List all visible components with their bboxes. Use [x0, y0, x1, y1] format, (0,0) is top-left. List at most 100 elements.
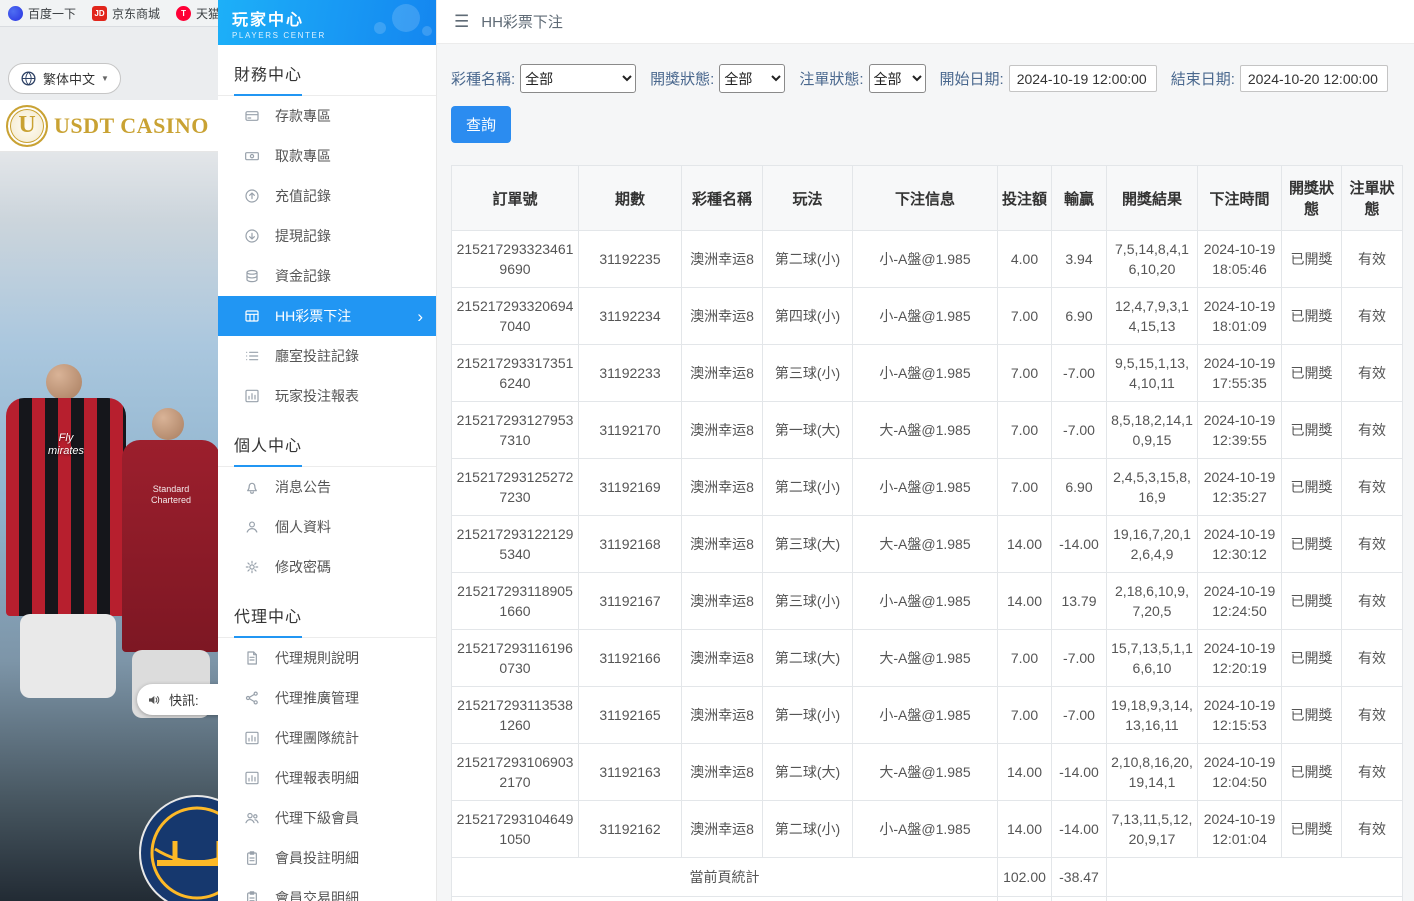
lottery-name-select[interactable]: 全部	[520, 64, 636, 93]
sidebar-item-change-password[interactable]: 修改密碼	[218, 547, 436, 587]
table-cell: 2152172931069032170	[452, 744, 579, 801]
table-cell: 有效	[1342, 402, 1403, 459]
column-header: 注單狀態	[1342, 166, 1403, 231]
cash-icon	[244, 148, 260, 164]
summary-win-total: -38.47	[1052, 858, 1107, 897]
table-cell: 澳洲幸运8	[682, 516, 763, 573]
table-cell: 已開獎	[1282, 345, 1342, 402]
table-cell: 已開獎	[1282, 402, 1342, 459]
table-cell: 14.00	[998, 801, 1052, 858]
caret-down-icon: ▼	[101, 74, 109, 83]
sidebar-item-hh-lottery-bets[interactable]: HH彩票下注›	[218, 296, 436, 336]
table-cell: 7,13,11,5,12,20,9,17	[1107, 801, 1198, 858]
brand-name: USDT CASINO	[54, 113, 209, 139]
table-cell: 第二球(小)	[763, 801, 853, 858]
column-header: 玩法	[763, 166, 853, 231]
bridge-logo-icon	[137, 793, 218, 901]
table-cell: 2024-10-19 12:30:12	[1198, 516, 1282, 573]
table-cell: 2024-10-19 12:04:50	[1198, 744, 1282, 801]
bookmark-tmall[interactable]: T天猫	[176, 5, 218, 22]
sidebar-item-profile[interactable]: 個人資料	[218, 507, 436, 547]
table-cell: 2152172931161960730	[452, 630, 579, 687]
sidebar-item-withdrawal-records[interactable]: 提現記錄	[218, 216, 436, 256]
search-button[interactable]: 查詢	[451, 106, 511, 143]
sidebar-item-member-bet-details[interactable]: 會員投註明細	[218, 838, 436, 878]
sidebar-item-room-bet-records[interactable]: 廳室投註記錄	[218, 336, 436, 376]
summary-row: 當前頁統計102.00-38.47	[452, 858, 1403, 897]
sidebar-item-agent-promotion[interactable]: 代理推廣管理	[218, 678, 436, 718]
table-cell: 2152172931135381260	[452, 687, 579, 744]
table-cell: 7.00	[998, 288, 1052, 345]
sidebar-item-fund-records[interactable]: 資金記錄	[218, 256, 436, 296]
clipboard-icon	[244, 890, 260, 901]
list-icon	[244, 348, 260, 364]
sidebar-item-announcements[interactable]: 消息公告	[218, 467, 436, 507]
table-cell: 已開獎	[1282, 801, 1342, 858]
sidebar-item-player-bet-report[interactable]: 玩家投注報表	[218, 376, 436, 416]
menu-toggle-icon[interactable]: ☰	[454, 12, 469, 32]
table-cell: 31192235	[579, 231, 682, 288]
table-cell: 有效	[1342, 459, 1403, 516]
summary-bet-total: 102.00	[998, 897, 1052, 901]
table-cell: 已開獎	[1282, 459, 1342, 516]
chevron-right-icon: ›	[417, 308, 423, 325]
bookmark-label: 百度一下	[28, 5, 76, 22]
table-cell: 14.00	[998, 573, 1052, 630]
bookmark-jd[interactable]: JD京东商城	[92, 5, 160, 22]
start-date-input[interactable]	[1009, 65, 1157, 92]
summary-empty	[1107, 897, 1403, 901]
document-icon	[244, 650, 260, 666]
baidu-favicon-icon	[8, 6, 23, 21]
summary-row: 總統計102.00-38.47	[452, 897, 1403, 901]
column-header: 投注額	[998, 166, 1052, 231]
table-cell: 已開獎	[1282, 231, 1342, 288]
end-date-input[interactable]	[1240, 65, 1388, 92]
sidebar-item-label: 代理規則說明	[275, 648, 359, 668]
table-cell: 有效	[1342, 630, 1403, 687]
bookmark-baidu[interactable]: 百度一下	[8, 5, 76, 22]
player-shorts	[20, 614, 116, 698]
table-cell: 7.00	[998, 630, 1052, 687]
section-title: 代理中心	[218, 587, 436, 638]
table-header-row: 訂單號期數彩種名稱玩法下注信息投注額輸贏開獎結果下注時間開獎狀態注單狀態	[452, 166, 1403, 231]
table-cell: 2152172931189051660	[452, 573, 579, 630]
news-ticker[interactable]: 快訊:	[137, 684, 218, 715]
jd-favicon-icon: JD	[92, 6, 107, 21]
table-row: 215217293317351624031192233澳洲幸运8第三球(小)小-…	[452, 345, 1403, 402]
player-head	[46, 364, 82, 400]
table-cell: 小-A盤@1.985	[853, 801, 998, 858]
order-status-select[interactable]: 全部	[869, 64, 926, 93]
table-row: 215217293320694704031192234澳洲幸运8第四球(小)小-…	[452, 288, 1403, 345]
sidebar-item-withdraw[interactable]: 取款專區	[218, 136, 436, 176]
table-cell: 小-A盤@1.985	[853, 573, 998, 630]
column-header: 開獎狀態	[1282, 166, 1342, 231]
table-cell: 7.00	[998, 687, 1052, 744]
table-cell: 9,5,15,1,13,4,10,11	[1107, 345, 1198, 402]
table-cell: 有效	[1342, 744, 1403, 801]
left-panel: 百度一下JD京东商城T天猫 繁体中文 ▼ U USDT CASINO Fly m…	[0, 0, 218, 901]
table-cell: 7.00	[998, 402, 1052, 459]
sidebar-item-member-transaction-details[interactable]: 會員交易明細	[218, 878, 436, 901]
section-title: 個人中心	[218, 416, 436, 467]
sidebar-item-agent-team-stats[interactable]: 代理團隊統計	[218, 718, 436, 758]
table-cell: 2152172933234619690	[452, 231, 579, 288]
table-cell: 15,7,13,5,1,16,6,10	[1107, 630, 1198, 687]
table-cell: 31192170	[579, 402, 682, 459]
table-cell: 澳洲幸运8	[682, 573, 763, 630]
table-cell: 2024-10-19 18:01:09	[1198, 288, 1282, 345]
bell-icon	[244, 479, 260, 495]
draw-status-select[interactable]: 全部	[719, 64, 785, 93]
table-cell: 已開獎	[1282, 630, 1342, 687]
sidebar-item-label: 充值記錄	[275, 186, 331, 206]
table-cell: 6.90	[1052, 288, 1107, 345]
column-header: 下注時間	[1198, 166, 1282, 231]
sidebar-item-agent-report-details[interactable]: 代理報表明細	[218, 758, 436, 798]
language-selector[interactable]: 繁体中文 ▼	[8, 63, 121, 94]
sidebar-item-agent-rules[interactable]: 代理規則說明	[218, 638, 436, 678]
table-row: 215217293118905166031192167澳洲幸运8第三球(小)小-…	[452, 573, 1403, 630]
sidebar-item-deposit[interactable]: 存款專區	[218, 96, 436, 136]
sidebar-item-recharge-records[interactable]: 充值記錄	[218, 176, 436, 216]
table-cell: 第四球(小)	[763, 288, 853, 345]
sidebar-item-agent-sub-members[interactable]: 代理下級會員	[218, 798, 436, 838]
sidebar-menu: 財務中心存款專區取款專區充值記錄提現記錄資金記錄HH彩票下注›廳室投註記錄玩家投…	[218, 45, 436, 901]
